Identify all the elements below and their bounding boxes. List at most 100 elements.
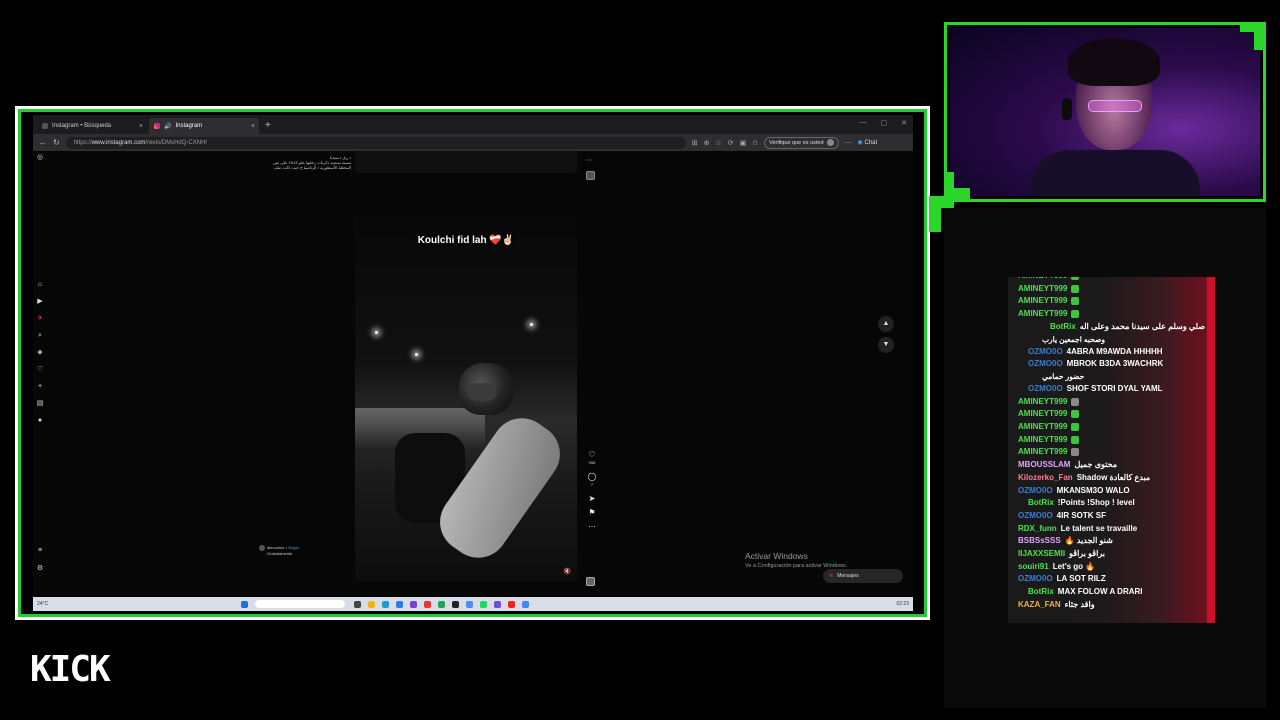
start-icon[interactable] bbox=[241, 600, 249, 608]
back-icon[interactable]: ← bbox=[39, 138, 47, 147]
weather-widget[interactable]: 24°C bbox=[37, 601, 48, 607]
follow-button[interactable]: Seguir bbox=[288, 545, 300, 550]
chat-message: OZMO0O SHOF STORI DYAL YAML bbox=[1008, 383, 1208, 396]
chat-username[interactable]: IIJAXXSEMII bbox=[1018, 548, 1065, 561]
reels-icon[interactable]: ▶ bbox=[36, 298, 44, 306]
copilot-label: Chat bbox=[864, 140, 878, 146]
chat-message: AMINEYT999 bbox=[1008, 308, 1208, 321]
zoom-icon[interactable]: ⊕ bbox=[704, 139, 710, 147]
discord-icon[interactable] bbox=[494, 600, 502, 608]
comment-button[interactable]: ◯ 7 bbox=[585, 473, 599, 489]
close-window-icon[interactable]: ✕ bbox=[901, 119, 907, 127]
url-scheme: https:// bbox=[73, 139, 92, 146]
obs-icon[interactable] bbox=[452, 600, 460, 608]
reload-icon[interactable]: ↻ bbox=[53, 138, 60, 147]
chat-username[interactable]: BotRix bbox=[1028, 586, 1054, 599]
chat-username[interactable]: AMINEYT999 bbox=[1018, 434, 1067, 447]
tab-instagram-search[interactable]: Instagram • Búsqueda × bbox=[37, 118, 147, 134]
app-icon[interactable] bbox=[424, 600, 432, 608]
chat-username[interactable]: AMINEYT999 bbox=[1018, 396, 1067, 409]
chat-message: OZMO0O LA SOT RILZ bbox=[1008, 573, 1208, 586]
reel-author[interactable]: aimooridz • Seguir Gratuitamente bbox=[259, 545, 339, 556]
activate-windows-watermark: Activar Windows Ve a Configuración para … bbox=[745, 551, 847, 569]
collections-icon[interactable]: ▣ bbox=[740, 139, 747, 147]
chat-username[interactable]: RDX_funn bbox=[1018, 523, 1057, 536]
app-icon[interactable] bbox=[410, 600, 418, 608]
chat-text: Let's go 🔥 bbox=[1052, 561, 1096, 571]
chat-username[interactable]: souiri91 bbox=[1018, 561, 1049, 574]
mute-icon[interactable]: 🔇 bbox=[564, 568, 571, 575]
chat-username[interactable]: MBOUSSLAM bbox=[1018, 459, 1070, 472]
minimize-icon[interactable]: — bbox=[860, 119, 867, 127]
emote-icon bbox=[1071, 277, 1080, 280]
app-icon[interactable] bbox=[508, 600, 516, 608]
create-icon[interactable]: + bbox=[36, 383, 44, 391]
store-icon[interactable] bbox=[396, 600, 404, 608]
chat-username[interactable]: OZMO0O bbox=[1018, 485, 1053, 498]
previous-reel-button[interactable]: ▲ bbox=[878, 316, 894, 332]
app-icon[interactable] bbox=[438, 600, 446, 608]
emote-icon bbox=[1071, 435, 1080, 444]
also-from-meta-icon[interactable]: ⚙ bbox=[36, 565, 44, 573]
chat-username[interactable]: Kilozerko_Fan bbox=[1018, 472, 1073, 485]
chat-username[interactable]: AMINEYT999 bbox=[1018, 421, 1067, 434]
favorite-icon[interactable]: ☆ bbox=[715, 139, 721, 147]
chat-username[interactable]: AMINEYT999 bbox=[1018, 283, 1067, 296]
chat-username[interactable]: AMINEYT999 bbox=[1018, 408, 1067, 421]
taskbar-search[interactable] bbox=[255, 600, 346, 608]
chat-username[interactable]: BotRix bbox=[1050, 321, 1076, 334]
chat-username[interactable]: AMINEYT999 bbox=[1018, 308, 1067, 321]
favorites-bar-icon[interactable]: ✩ bbox=[752, 139, 758, 147]
chat-username[interactable]: OZMO0O bbox=[1018, 573, 1053, 586]
more-button[interactable]: ⋯ bbox=[585, 523, 599, 531]
close-icon[interactable]: × bbox=[139, 123, 143, 130]
chat-accent-edge bbox=[1207, 277, 1215, 623]
close-icon[interactable]: × bbox=[251, 123, 255, 130]
chat-username[interactable]: BotRix bbox=[1028, 497, 1054, 510]
notifications-badge-icon[interactable]: ✈ bbox=[36, 315, 44, 323]
chat-username[interactable]: BSBSsSSS bbox=[1018, 535, 1061, 548]
app-icon[interactable]: ⊞ bbox=[692, 139, 698, 147]
share-button[interactable]: ➤ bbox=[585, 495, 599, 503]
search-icon[interactable]: ⌕ bbox=[36, 332, 44, 340]
menu-icon[interactable]: ≡ bbox=[36, 547, 44, 555]
chat-username[interactable]: OZMO0O bbox=[1028, 346, 1063, 359]
messages-button[interactable]: ✉ Mensajes bbox=[823, 569, 903, 583]
audio-thumbnail[interactable] bbox=[586, 171, 595, 180]
file-explorer-icon[interactable] bbox=[368, 600, 376, 608]
chrome-icon[interactable] bbox=[522, 600, 530, 608]
home-icon[interactable]: ⌂ bbox=[36, 281, 44, 289]
explore-icon[interactable]: ◈ bbox=[36, 349, 44, 357]
reel-video[interactable]: Koulchi fid lah ❤️‍🩹✌🏻 🔇 bbox=[355, 183, 577, 581]
copilot-button[interactable]: ◉ Chat bbox=[858, 139, 878, 146]
url-field[interactable]: https://www.instagram.com/reels/DMsHdQ-C… bbox=[65, 136, 686, 149]
maximize-icon[interactable]: ▢ bbox=[881, 119, 888, 127]
new-tab-button[interactable]: + bbox=[265, 120, 271, 131]
tab-instagram[interactable]: 🔊 Instagram × bbox=[149, 118, 259, 134]
chat-username[interactable]: OZMO0O bbox=[1018, 510, 1053, 523]
chat-username[interactable]: AMINEYT999 bbox=[1018, 446, 1067, 459]
previous-reel[interactable] bbox=[355, 151, 577, 173]
chat-username[interactable]: KAZA_FAN bbox=[1018, 599, 1061, 612]
edge-icon[interactable] bbox=[382, 600, 390, 608]
audio-thumbnail[interactable] bbox=[586, 577, 595, 586]
heart-icon[interactable]: ♡ bbox=[36, 366, 44, 374]
instagram-logo-icon[interactable]: ◎ bbox=[36, 154, 44, 162]
next-reel-button[interactable]: ▼ bbox=[878, 337, 894, 353]
save-button[interactable]: ⚑ bbox=[585, 509, 599, 517]
dashboard-icon[interactable]: ▤ bbox=[36, 400, 44, 408]
verify-identity-button[interactable]: Verifique que es usted bbox=[764, 136, 839, 149]
more-icon[interactable]: ⋯ bbox=[845, 139, 852, 147]
chat-username[interactable]: OZMO0O bbox=[1028, 383, 1063, 396]
chat-username[interactable]: OZMO0O bbox=[1028, 358, 1063, 371]
refresh-icon[interactable]: ⟳ bbox=[728, 139, 734, 147]
street-light bbox=[415, 353, 418, 356]
spotify-icon[interactable] bbox=[480, 600, 488, 608]
chat-text: MAX FOLOW A DRARI bbox=[1057, 587, 1143, 597]
task-view-icon[interactable] bbox=[354, 600, 362, 608]
chat-username[interactable]: AMINEYT999 bbox=[1018, 295, 1067, 308]
app-icon[interactable] bbox=[466, 600, 474, 608]
avatar-icon[interactable]: ● bbox=[36, 417, 44, 425]
more-options-icon[interactable]: ⋯ bbox=[586, 157, 592, 164]
like-button[interactable]: ♡ 956 bbox=[585, 451, 599, 467]
